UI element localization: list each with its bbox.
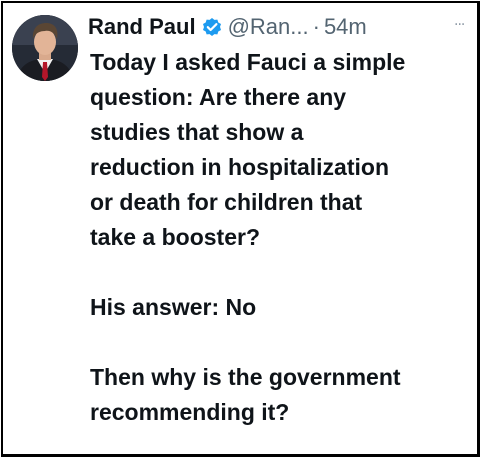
profile-photo — [12, 15, 78, 81]
author-name[interactable]: Rand Paul — [88, 14, 196, 40]
tweet-header: Rand Paul @Ran... · 54m — [88, 10, 367, 44]
verified-badge-icon — [201, 16, 223, 38]
tweet-card[interactable]: Rand Paul @Ran... · 54m ··· Today I aske… — [1, 1, 480, 457]
tweet-line: Then why is the government — [90, 364, 401, 390]
tweet-line: or death for children that — [90, 189, 363, 215]
tweet-body: Today I asked Fauci a simple question: A… — [90, 45, 475, 430]
tweet-timestamp[interactable]: 54m — [324, 14, 367, 40]
tweet-line: question: Are there any — [90, 84, 347, 110]
avatar[interactable] — [12, 15, 78, 81]
tweet-line: studies that show a — [90, 119, 304, 145]
tweet-line: Today I asked Fauci a simple — [90, 49, 406, 75]
more-options-icon[interactable]: ··· — [454, 17, 465, 33]
tweet-line: recommending it? — [90, 399, 290, 425]
tweet-line: take a booster? — [90, 224, 260, 250]
tweet-line: reduction in hospitalization — [90, 154, 389, 180]
author-handle[interactable]: @Ran... — [228, 14, 309, 40]
tweet-answer-line: His answer: No — [90, 294, 257, 320]
header-separator: · — [312, 14, 320, 39]
